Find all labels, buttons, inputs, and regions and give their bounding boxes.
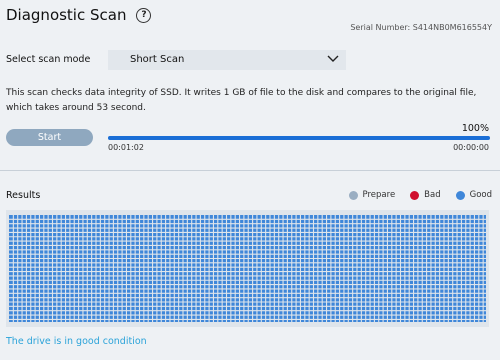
scan-mode-row: Select scan mode Short Scan xyxy=(6,50,346,70)
legend-label: Good xyxy=(469,190,492,200)
elapsed-time: 00:01:02 xyxy=(108,143,144,152)
legend-item-prepare: Prepare xyxy=(348,190,396,200)
legend-item-bad: Bad xyxy=(410,190,441,200)
scan-description: This scan checks data integrity of SSD. … xyxy=(6,88,477,113)
legend-item-good: Good xyxy=(455,190,492,200)
prepare-dot-icon xyxy=(348,190,358,200)
status-message: The drive is in good condition xyxy=(6,336,147,347)
divider xyxy=(0,170,500,171)
progress-fill xyxy=(108,136,490,140)
legend-label: Prepare xyxy=(362,190,396,200)
results-grid-panel xyxy=(6,210,489,327)
progress-bar xyxy=(108,136,490,140)
scan-mode-value: Short Scan xyxy=(130,54,185,65)
legend-label: Bad xyxy=(424,190,441,200)
results-title: Results xyxy=(6,190,41,201)
help-icon[interactable]: ? xyxy=(136,7,152,23)
start-button[interactable]: Start xyxy=(6,129,93,146)
good-dot-icon xyxy=(455,190,465,200)
remaining-time: 00:00:00 xyxy=(453,143,489,152)
scan-mode-label: Select scan mode xyxy=(6,54,91,65)
progress-percent: 100% xyxy=(461,123,489,134)
sector-grid xyxy=(9,215,486,322)
results-legend: Prepare Bad Good xyxy=(334,190,492,200)
header: Diagnostic Scan ? xyxy=(6,6,152,24)
page-title: Diagnostic Scan xyxy=(6,6,127,24)
serial-number: Serial Number: S414NB0M616554Y xyxy=(350,23,492,32)
chevron-down-icon xyxy=(327,55,339,62)
scan-mode-dropdown[interactable]: Short Scan xyxy=(108,50,346,70)
bad-dot-icon xyxy=(410,190,420,200)
